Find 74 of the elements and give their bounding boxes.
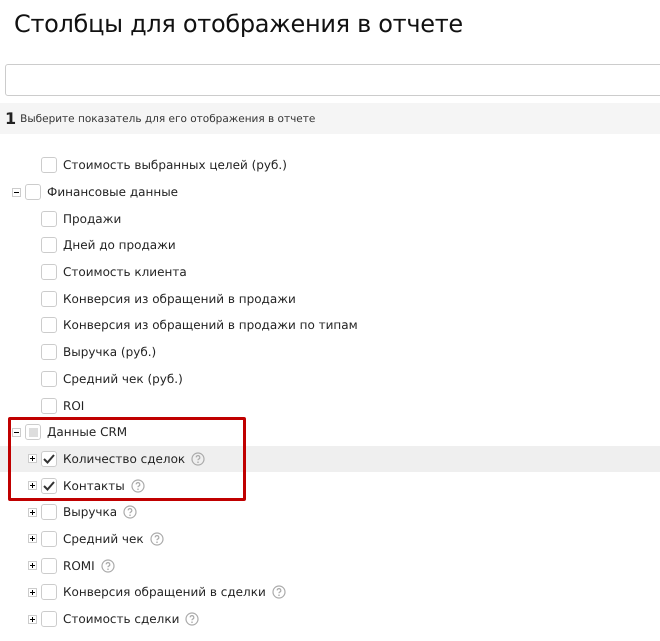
checkbox[interactable]	[41, 398, 57, 414]
checkbox[interactable]	[41, 478, 57, 494]
help-icon[interactable]	[100, 558, 115, 573]
checkbox[interactable]	[41, 290, 57, 307]
tree-item-label: Финансовые данные	[47, 185, 178, 200]
checkbox[interactable]	[41, 558, 57, 574]
tree-item-label: Стоимость выбранных целей (руб.)	[63, 158, 287, 172]
tree-item-label: Количество сделок	[63, 452, 186, 466]
tree-item-label: Стоимость клиента	[63, 265, 187, 280]
expand-icon[interactable]	[28, 588, 37, 597]
checkbox[interactable]	[41, 530, 57, 547]
checkbox[interactable]	[41, 317, 57, 334]
tree-row[interactable]: Выручка (руб.)	[0, 338, 660, 366]
expand-icon[interactable]	[28, 561, 37, 570]
checkbox[interactable]	[41, 504, 57, 520]
tree-row[interactable]: Конверсия из обращений в продажи по типам	[0, 312, 660, 339]
tree-item-label: Выручка (руб.)	[63, 345, 156, 360]
tree-item-label: ROI	[63, 398, 84, 413]
tree-row[interactable]: Стоимость сделки	[0, 606, 660, 632]
checkbox[interactable]	[41, 344, 57, 360]
checkbox[interactable]	[25, 424, 41, 440]
tree-row[interactable]: Средний чек (руб.)	[0, 366, 660, 392]
step-number: 1	[5, 109, 16, 128]
expand-icon[interactable]	[28, 508, 37, 517]
tree-row[interactable]: Стоимость выбранных целей (руб.)	[0, 152, 660, 179]
help-icon[interactable]	[272, 585, 286, 600]
tree-row[interactable]: Контакты	[0, 472, 660, 499]
tree-row[interactable]: ROMI	[0, 552, 660, 579]
tree-item-label: Данные CRM	[47, 425, 128, 440]
checkbox[interactable]	[25, 184, 41, 200]
tree-item-label: Средний чек (руб.)	[63, 372, 183, 386]
search-field[interactable]	[5, 64, 660, 96]
tree-item-label: Конверсия из обращений в продажи по типам	[63, 318, 358, 332]
tree-item-label: Продажи	[63, 212, 122, 226]
tree-row[interactable]: Количество сделок	[0, 446, 660, 472]
tree-row[interactable]: Стоимость клиента	[0, 258, 660, 286]
tree-row[interactable]: Конверсия обращений в сделки	[0, 579, 660, 606]
help-icon[interactable]	[123, 505, 138, 520]
tree-item-label: Конверсия из обращений в продажи	[63, 292, 296, 306]
checkbox[interactable]	[41, 210, 57, 227]
tree-item-label: Стоимость сделки	[63, 612, 180, 626]
tree-item-label: Дней до продажи	[63, 238, 176, 252]
expand-icon[interactable]	[28, 454, 37, 464]
help-icon[interactable]	[191, 452, 206, 466]
tree-item-label: Выручка	[63, 505, 118, 520]
help-icon[interactable]	[150, 532, 164, 546]
expand-icon[interactable]	[28, 534, 37, 544]
help-icon[interactable]	[130, 478, 145, 493]
tree-row[interactable]: Данные CRM	[0, 418, 660, 446]
tree-row[interactable]: Конверсия из обращений в продажи	[0, 285, 660, 312]
page-title: Столбцы для отображения в отчете	[13, 9, 464, 40]
checkbox[interactable]	[41, 157, 57, 174]
checkbox[interactable]	[41, 264, 57, 280]
collapse-icon[interactable]	[12, 428, 21, 437]
checkbox[interactable]	[41, 584, 57, 600]
tree-item-label: Контакты	[63, 478, 125, 493]
tree-row[interactable]: Выручка	[0, 498, 660, 526]
collapse-icon[interactable]	[12, 188, 21, 197]
tree-row[interactable]: Дней до продажи	[0, 232, 660, 259]
expand-icon[interactable]	[28, 481, 37, 490]
tree-row[interactable]: ROI	[0, 392, 660, 419]
help-icon[interactable]	[185, 612, 200, 626]
checkbox[interactable]	[41, 450, 57, 467]
tree-row[interactable]: Финансовые данные	[0, 178, 660, 206]
tree-row[interactable]: Средний чек	[0, 526, 660, 552]
checkbox[interactable]	[41, 237, 57, 254]
step-instruction: Выберите показатель для его отображения в отчете	[20, 112, 316, 124]
checkbox[interactable]	[41, 370, 57, 387]
expand-icon[interactable]	[28, 614, 37, 624]
tree-item-label: Конверсия обращений в сделки	[63, 585, 266, 600]
checkbox[interactable]	[41, 611, 57, 628]
tree-item-label: Средний чек	[63, 532, 144, 546]
tree-item-label: ROMI	[63, 558, 95, 573]
tree-row[interactable]: Продажи	[0, 205, 660, 232]
